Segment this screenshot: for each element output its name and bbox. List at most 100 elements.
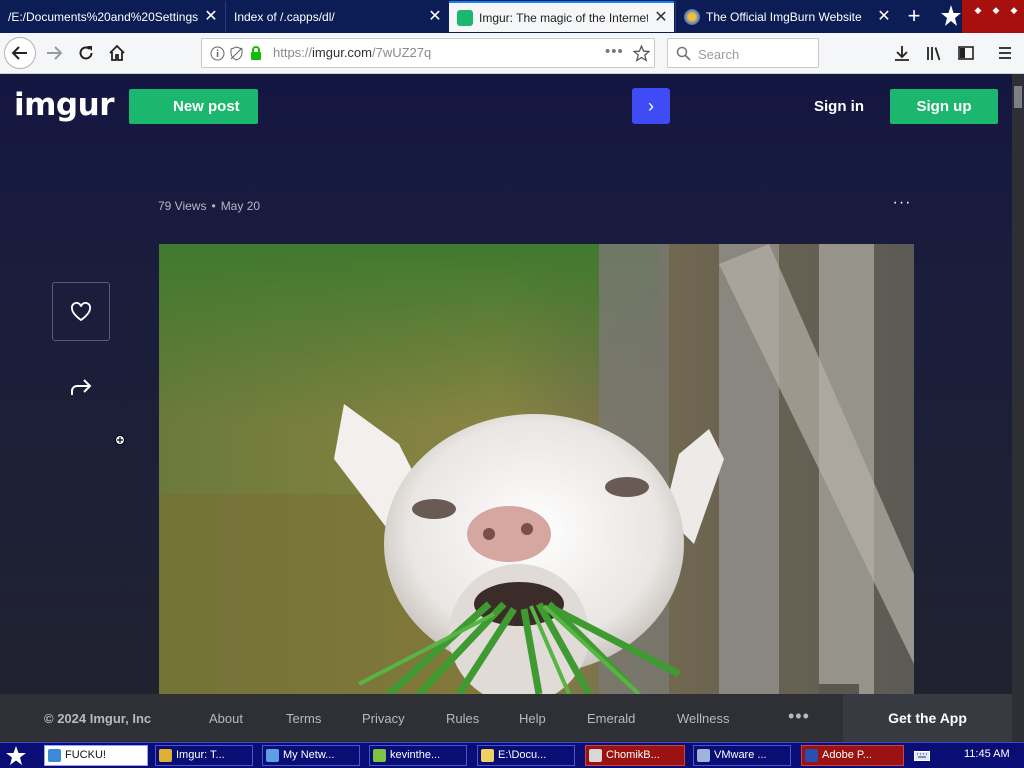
- vmware-icon: [697, 749, 710, 762]
- windows-taskbar: FUCKU! Imgur: T... My Netw... kevinthe..…: [0, 742, 1024, 768]
- library-button[interactable]: [919, 38, 949, 68]
- search-input[interactable]: [696, 43, 818, 65]
- imgur-logo[interactable]: imgur: [14, 87, 114, 123]
- footer-link-privacy[interactable]: Privacy: [362, 711, 405, 726]
- taskbar-item-label: VMware ...: [714, 749, 767, 761]
- taskbar-item-chomikbox[interactable]: ChomikB...: [585, 745, 685, 766]
- window-controls: ◆ ◆ ◆: [962, 0, 1024, 33]
- mouse-cursor-icon: [115, 435, 125, 445]
- heart-icon: [71, 301, 91, 321]
- footer-more-button[interactable]: •••: [788, 706, 810, 727]
- taskbar-item-imgur[interactable]: Imgur: T...: [155, 745, 253, 766]
- minimize-icon[interactable]: ◆: [972, 4, 984, 16]
- post-views: 79 Views: [158, 199, 207, 213]
- clock[interactable]: 11:45 AM: [964, 748, 1010, 760]
- tab-title: Index of /.capps/dl/: [234, 9, 335, 24]
- scrollbar-thumb[interactable]: [1014, 86, 1022, 108]
- home-icon: [109, 44, 125, 61]
- downloads-button[interactable]: [887, 38, 917, 68]
- new-tab-button[interactable]: +: [899, 0, 929, 33]
- download-icon: [895, 46, 909, 61]
- url-bar[interactable]: https://imgur.com/7wUZ27q •••: [201, 38, 655, 68]
- start-button[interactable]: [4, 745, 28, 767]
- info-icon[interactable]: [210, 46, 225, 61]
- folder-icon: [481, 749, 494, 762]
- taskbar-item-vmware[interactable]: VMware ...: [693, 745, 791, 766]
- taskbar-item-label: ChomikB...: [606, 749, 660, 761]
- url-text: https://imgur.com/7wUZ27q: [273, 45, 431, 60]
- tracking-protection-icon[interactable]: [229, 46, 244, 61]
- sidebar-icon: [958, 46, 974, 60]
- forward-arrow-icon: [47, 46, 63, 60]
- tab-title: /E:/Documents%20and%20Settings/M: [8, 9, 198, 24]
- photoshop-icon: [805, 749, 818, 762]
- post-date: May 20: [220, 199, 261, 213]
- get-the-app-button[interactable]: Get the App: [843, 694, 1012, 742]
- tab-imgur[interactable]: Imgur: The magic of the Internet ✕: [449, 1, 674, 32]
- taskbar-item-adobe-photoshop[interactable]: Adobe P...: [801, 745, 904, 766]
- taskbar-item-my-network[interactable]: My Netw...: [262, 745, 360, 766]
- close-icon[interactable]: ✕: [198, 1, 224, 32]
- post-options-button[interactable]: ···: [890, 195, 914, 212]
- close-icon[interactable]: ✕: [648, 2, 674, 33]
- tab-title: Imgur: The magic of the Internet: [479, 10, 648, 25]
- forward-button[interactable]: [39, 38, 69, 68]
- window-close-icon[interactable]: ◆: [1008, 4, 1020, 16]
- tab-imgburn[interactable]: The Official ImgBurn Website ✕: [675, 1, 897, 32]
- footer-copyright: © 2024 Imgur, Inc: [44, 711, 152, 726]
- new-post-label: New post: [173, 98, 240, 115]
- app-icon: [373, 749, 386, 762]
- tab-overflow-star-icon[interactable]: [940, 4, 962, 28]
- sidebar-button[interactable]: [951, 38, 981, 68]
- chomikbox-icon: [589, 749, 602, 762]
- menu-button[interactable]: [990, 38, 1020, 68]
- url-host: imgur.com: [312, 45, 372, 60]
- lock-icon[interactable]: [249, 45, 263, 61]
- page-actions-icon[interactable]: •••: [605, 43, 624, 60]
- post-meta: 79 Views • May 20: [158, 199, 260, 213]
- taskbar-item-label: Imgur: T...: [176, 749, 225, 761]
- page-scrollbar[interactable]: [1012, 74, 1024, 742]
- sign-in-button[interactable]: Sign in: [814, 98, 864, 115]
- back-button[interactable]: [4, 37, 36, 69]
- tab-index-capps[interactable]: Index of /.capps/dl/ ✕: [225, 1, 448, 32]
- close-icon[interactable]: ✕: [871, 1, 897, 32]
- share-button[interactable]: [67, 376, 95, 400]
- taskbar-item-kevinthe[interactable]: kevinthe...: [369, 745, 467, 766]
- imgur-footer: © 2024 Imgur, Inc About Terms Privacy Ru…: [0, 694, 1012, 742]
- reload-button[interactable]: [71, 38, 101, 68]
- footer-link-emerald[interactable]: Emerald: [587, 711, 635, 726]
- bookmark-star-icon[interactable]: [633, 45, 650, 62]
- keyboard-icon[interactable]: [914, 751, 930, 761]
- reload-icon: [79, 46, 93, 60]
- footer-link-help[interactable]: Help: [519, 711, 546, 726]
- new-post-button[interactable]: New post: [129, 89, 258, 124]
- home-button[interactable]: [102, 38, 132, 68]
- system-tray: 11:45 AM: [908, 745, 1022, 766]
- restore-icon[interactable]: ◆: [990, 4, 1002, 16]
- taskbar-item-label: FUCKU!: [65, 749, 106, 761]
- footer-link-wellness[interactable]: Wellness: [677, 711, 730, 726]
- hamburger-menu-icon: [999, 47, 1011, 59]
- tab-documents-settings[interactable]: /E:/Documents%20and%20Settings/M ✕: [0, 1, 224, 32]
- meta-separator: •: [211, 199, 216, 213]
- footer-link-rules[interactable]: Rules: [446, 711, 479, 726]
- imgur-page: imgur New post › Sign in Sign up 79 View…: [0, 74, 1012, 742]
- library-icon: [927, 47, 941, 61]
- footer-link-about[interactable]: About: [209, 711, 243, 726]
- post-image-goat[interactable]: [159, 244, 914, 694]
- search-bar[interactable]: [667, 38, 819, 68]
- footer-link-terms[interactable]: Terms: [286, 711, 321, 726]
- tab-title: The Official ImgBurn Website: [706, 9, 862, 24]
- taskbar-item-fucku[interactable]: FUCKU!: [44, 745, 148, 766]
- firefox-icon: [159, 749, 172, 762]
- close-icon[interactable]: ✕: [422, 1, 448, 32]
- favorite-button[interactable]: [52, 282, 110, 341]
- imgur-favicon-icon: [457, 9, 473, 26]
- taskbar-item-e-documents[interactable]: E:\Docu...: [477, 745, 575, 766]
- sign-up-button[interactable]: Sign up: [890, 89, 998, 124]
- next-post-button[interactable]: ›: [632, 88, 670, 124]
- network-icon: [266, 749, 279, 762]
- taskbar-item-label: Adobe P...: [822, 749, 872, 761]
- url-scheme: https://: [273, 45, 313, 60]
